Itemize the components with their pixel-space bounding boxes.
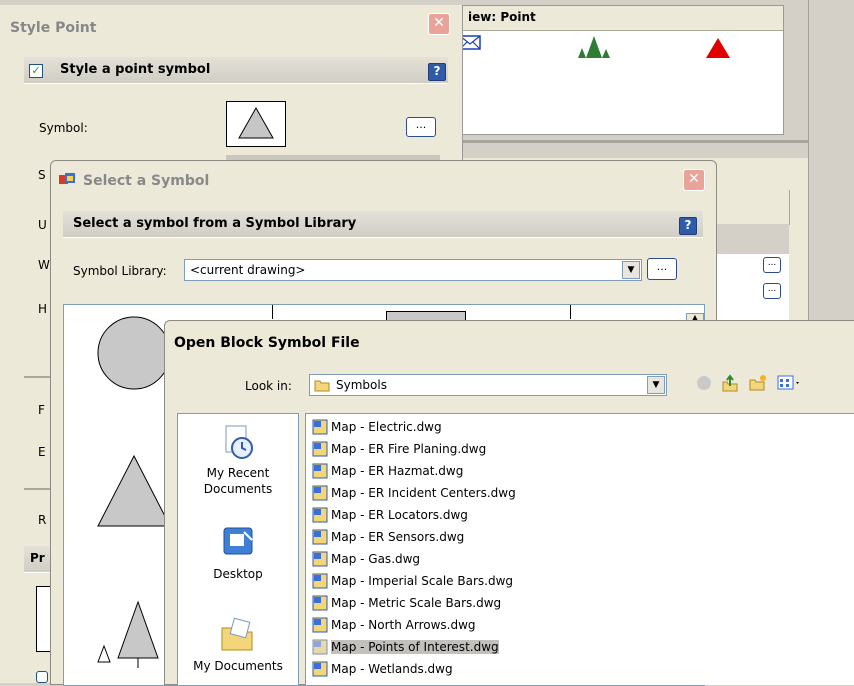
symbol-label: Symbol: — [39, 121, 88, 135]
triangle-icon — [238, 106, 274, 139]
folder-icon — [314, 380, 330, 392]
list-item[interactable]: Map - Gas.dwg — [312, 548, 420, 570]
dwg-file-icon — [312, 661, 328, 677]
symbol-library-label: Symbol Library: — [73, 264, 167, 278]
documents-folder-icon — [221, 617, 253, 651]
list-item-selected[interactable]: Map - Points of Interest.dwg — [312, 636, 499, 658]
dwg-file-icon — [312, 441, 328, 457]
dwg-file-icon — [312, 639, 328, 655]
preview-label: Pr — [30, 551, 45, 565]
dwg-file-icon — [312, 551, 328, 567]
preview-symbols — [459, 35, 730, 58]
chevron-down-icon[interactable]: ▼ — [622, 261, 640, 279]
label-s: S — [38, 168, 46, 182]
list-item[interactable]: Map - North Arrows.dwg — [312, 614, 476, 636]
dwg-file-icon — [312, 595, 328, 611]
symbol-library-value: <current drawing> — [190, 263, 306, 277]
row-ellipsis-button-2[interactable]: ... — [763, 283, 781, 299]
list-item[interactable]: Map - ER Fire Planing.dwg — [312, 438, 486, 460]
look-in-select[interactable]: Symbols ▼ — [309, 374, 667, 396]
separator-1 — [24, 376, 50, 378]
place-label: Desktop — [213, 567, 263, 581]
select-section: Select a symbol from a Symbol Library ? — [63, 211, 703, 238]
list-item[interactable]: Map - ER Sensors.dwg — [312, 526, 464, 548]
trees-icon — [578, 36, 610, 58]
clock-document-icon — [225, 425, 253, 459]
place-desktop[interactable]: Desktop — [178, 524, 298, 581]
help-icon[interactable]: ? — [428, 63, 446, 81]
label-e: E — [38, 445, 46, 459]
style-point-close-button[interactable]: ✕ — [428, 13, 450, 35]
symbol-preview — [226, 101, 286, 147]
grid-divider — [570, 305, 571, 319]
place-my-documents[interactable]: My Documents — [178, 614, 298, 673]
label-h: H — [38, 302, 48, 316]
dwg-file-icon — [312, 485, 328, 501]
select-symbol-title: Select a Symbol — [83, 173, 210, 189]
dwg-file-icon — [312, 419, 328, 435]
list-item[interactable]: Map - ER Incident Centers.dwg — [312, 482, 516, 504]
list-item[interactable]: Map - ER Hazmat.dwg — [312, 460, 463, 482]
preview-panel: iew: Point — [455, 5, 784, 135]
app-window-icon — [59, 173, 75, 187]
preview-section: Pr — [24, 546, 50, 573]
red-triangle-icon — [706, 38, 730, 58]
dwg-file-icon — [312, 617, 328, 633]
symbol-browse-button[interactable]: ... — [406, 117, 436, 137]
preview-title: iew: Point — [468, 10, 536, 24]
open-block-title: Open Block Symbol File — [174, 335, 360, 351]
style-point-section: ✓ Style a point symbol ? — [24, 57, 448, 84]
list-item[interactable]: Map - Electric.dwg — [312, 416, 442, 438]
style-section-label: Style a point symbol — [60, 62, 211, 77]
label-u: U — [38, 218, 47, 232]
open-block-window: Open Block Symbol File Look in: Symbols … — [164, 320, 854, 686]
place-label: My Recent Documents — [203, 466, 273, 496]
dwg-file-icon — [312, 463, 328, 479]
style-symbol-checkbox[interactable]: ✓ — [29, 64, 43, 78]
symbol-library-select[interactable]: <current drawing> ▼ — [184, 259, 642, 281]
file-list: Map - Electric.dwg Map - ER Fire Planing… — [305, 413, 854, 685]
views-menu-icon[interactable] — [777, 375, 803, 391]
place-label: My Documents — [193, 659, 283, 673]
look-in-value: Symbols — [336, 378, 387, 392]
label-w: W — [38, 258, 50, 272]
help-icon[interactable]: ? — [679, 217, 697, 235]
dwg-file-icon — [312, 507, 328, 523]
dwg-file-icon — [312, 529, 328, 545]
list-item[interactable]: Map - ER Locators.dwg — [312, 504, 468, 526]
row-ellipsis-button-1[interactable]: ... — [763, 257, 781, 273]
select-symbol-close-button[interactable]: ✕ — [683, 169, 705, 191]
column-cell — [717, 224, 789, 254]
up-folder-icon[interactable] — [721, 374, 739, 392]
list-item[interactable]: Map - Metric Scale Bars.dwg — [312, 592, 501, 614]
trees-symbol[interactable] — [94, 600, 164, 670]
new-folder-icon[interactable] — [749, 374, 767, 392]
grid-divider — [272, 305, 273, 319]
label-r: R — [38, 513, 47, 527]
chevron-down-icon[interactable]: ▼ — [647, 376, 665, 394]
place-recent-documents[interactable]: My Recent Documents — [178, 422, 298, 497]
triangle-symbol[interactable] — [94, 450, 174, 530]
dwg-file-icon — [312, 573, 328, 589]
library-browse-button[interactable]: ... — [647, 258, 677, 280]
circle-symbol[interactable] — [94, 313, 174, 393]
list-item[interactable]: Map - Wetlands.dwg — [312, 658, 453, 680]
option-checkbox[interactable] — [36, 671, 48, 683]
divider — [462, 140, 808, 143]
desktop-icon — [223, 527, 253, 555]
back-icon[interactable] — [697, 376, 711, 390]
select-section-label: Select a symbol from a Symbol Library — [73, 216, 357, 231]
look-in-label: Look in: — [245, 379, 292, 393]
label-f: F — [38, 403, 45, 417]
list-item[interactable]: Map - Imperial Scale Bars.dwg — [312, 570, 513, 592]
column-header — [717, 190, 790, 225]
separator-2 — [24, 488, 50, 490]
style-point-title: Style Point — [10, 20, 97, 36]
places-bar: My Recent Documents Desktop My Documents — [177, 413, 299, 686]
preview-header: iew: Point — [456, 6, 783, 31]
